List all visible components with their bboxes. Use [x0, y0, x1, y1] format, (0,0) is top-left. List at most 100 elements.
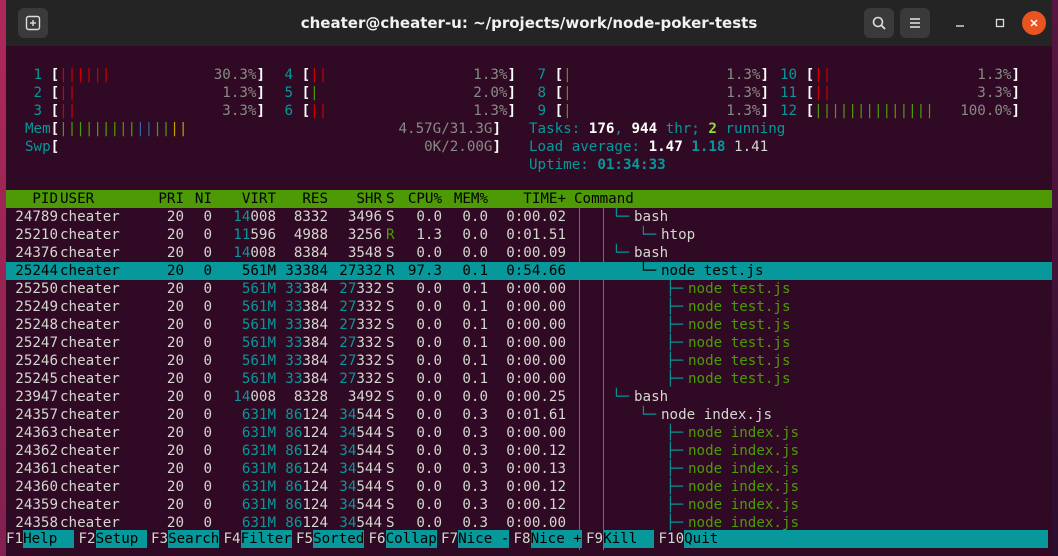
column-cpu[interactable]: CPU% [402, 190, 442, 208]
fkey-f3[interactable]: F3Search [151, 530, 220, 548]
column-user[interactable]: USER [60, 190, 94, 208]
cell-time: 0:00.00 [506, 317, 566, 333]
process-row[interactable]: 25244 cheater 20 0 561M 33384 27332 R 97.3 0.1 0:5… [6, 262, 1052, 280]
process-row[interactable]: 24357 cheater 20 0 631M 86124 34544 S 0.0 0.3 0:01… [6, 406, 1052, 424]
column-s[interactable]: S [386, 190, 395, 208]
fkey-f4[interactable]: F4Filter [224, 530, 292, 548]
column-ni[interactable]: NI [186, 190, 212, 208]
cell-mem: 0.1 [462, 281, 488, 297]
cell-time: 0:54.66 [506, 263, 566, 279]
column-res[interactable]: RES [280, 190, 328, 208]
cell-pri: 20 [166, 263, 184, 279]
fkey-f7[interactable]: F7Nice - [441, 530, 510, 548]
cell-pid: 24359 [15, 497, 58, 513]
column-pid[interactable]: PID [6, 190, 58, 208]
cpu-meter-7: 7 [| [529, 66, 572, 84]
fkey-f9[interactable]: F9Kill [586, 530, 655, 548]
bracket-close: ] [760, 67, 769, 83]
cell-mem: 0.1 [462, 299, 488, 315]
cell-cpu: 0.0 [416, 497, 442, 513]
cell-user: cheater [60, 443, 120, 459]
fkey-f2[interactable]: F2Setup [79, 530, 147, 548]
process-row[interactable]: 24361 cheater 20 0 631M 86124 34544 S 0.0 0.3 0:00… [6, 460, 1052, 478]
column-pri[interactable]: PRI [150, 190, 184, 208]
cell-pri: 20 [166, 389, 184, 405]
process-row[interactable]: 24376 cheater 20 0 14008 8384 3548 S 0.0 0.0 0:00.… [6, 244, 1052, 262]
cell-mem: 0.1 [462, 353, 488, 369]
cpu-pct-value: 1.3% [726, 85, 761, 101]
cell-s: R [386, 227, 395, 243]
cpu-id: 2 [25, 85, 51, 101]
mem-bar-seg: | [76, 121, 85, 137]
htop-screen[interactable]: 1 [|||||| 30.3%] 2 [|| 1.3%] 3 [|| 3.3%] 4 … [6, 46, 1052, 556]
cell-pid: 24362 [15, 443, 58, 459]
process-row[interactable]: 24359 cheater 20 0 631M 86124 34544 S 0.0 0.3 0:00… [6, 496, 1052, 514]
tree-branch-icon: ├─ [666, 281, 684, 297]
process-row[interactable]: 25249 cheater 20 0 561M 33384 27332 S 0.0 0.1 0:00… [6, 298, 1052, 316]
cell-virt: 631M [241, 479, 276, 495]
process-row[interactable]: 24363 cheater 20 0 631M 86124 34544 S 0.0 0.3 0:00… [6, 424, 1052, 442]
cpu-pct-value: 1.3% [222, 85, 257, 101]
mem-bar: ||||||||||||||| [59, 121, 187, 137]
cpu-pct-12: 100.0%] [820, 102, 1020, 120]
fkey-action: Nice + [530, 530, 582, 548]
cell-shr: 34544 [339, 497, 382, 513]
cell-shr: 34544 [339, 425, 382, 441]
tree-branch-icon: ├─ [666, 371, 684, 387]
cell-mem: 0.1 [462, 317, 488, 333]
process-table-header[interactable]: PID USER PRI NI VIRT RES SHR S CPU% MEM% TIME+ Comm… [6, 190, 1052, 208]
process-row[interactable]: 25245 cheater 20 0 561M 33384 27332 S 0.0 0.1 0:00… [6, 370, 1052, 388]
cell-pid: 25244 [15, 263, 58, 279]
fkey-f6[interactable]: F6Collap [369, 530, 437, 548]
fkey-f1[interactable]: F1Help [6, 530, 75, 548]
process-row[interactable]: 24789 cheater 20 0 14008 8332 3496 S 0.0 0.0 0:00.… [6, 208, 1052, 226]
bracket-close: ] [507, 67, 516, 83]
column-time[interactable]: TIME+ [498, 190, 566, 208]
cell-virt: 561M [241, 371, 276, 387]
cpu-id: 7 [529, 67, 555, 83]
cell-res: 86124 [285, 407, 328, 423]
cell-shr: 27332 [339, 263, 382, 279]
tree-branch-icon: └─ [639, 227, 657, 243]
process-row[interactable]: 25250 cheater 20 0 561M 33384 27332 S 0.0 0.1 0:00… [6, 280, 1052, 298]
minimize-icon[interactable] [948, 11, 972, 35]
column-shr[interactable]: SHR [330, 190, 382, 208]
maximize-icon[interactable] [988, 11, 1012, 35]
hamburger-menu-icon[interactable] [900, 8, 930, 38]
new-tab-icon[interactable] [18, 8, 48, 38]
process-row[interactable]: 25247 cheater 20 0 561M 33384 27332 S 0.0 0.1 0:00… [6, 334, 1052, 352]
column-command[interactable]: Command [574, 190, 634, 208]
cell-s: S [386, 371, 395, 387]
cell-shr: 34544 [339, 407, 382, 423]
close-icon[interactable] [1022, 11, 1046, 35]
cell-pid: 25245 [15, 371, 58, 387]
fkey-action: Setup [95, 530, 147, 548]
tree-branch-icon: ├─ [666, 479, 684, 495]
tree-branch-icon: ├─ [666, 299, 684, 315]
fkey-f5[interactable]: F5Sorted [296, 530, 365, 548]
cell-cpu: 1.3 [416, 227, 442, 243]
mem-bar-seg: | [127, 121, 137, 137]
fkey-key: F2 [78, 531, 96, 547]
cell-time: 0:00.13 [506, 461, 566, 477]
search-icon[interactable] [864, 8, 894, 38]
mem-value: 4.57G/31.3G] [398, 121, 501, 137]
bracket-open: [ [554, 103, 564, 119]
cell-mem: 0.1 [462, 263, 488, 279]
fkey-f10[interactable]: F10Quit [659, 530, 1048, 548]
cell-res: 8328 [293, 389, 328, 405]
process-row[interactable]: 25210 cheater 20 0 11596 4988 3256 R 1.3 0.0 0:01.… [6, 226, 1052, 244]
mem-label: Mem [25, 121, 51, 137]
title-bar: cheater@cheater-u: ~/projects/work/node-… [6, 0, 1052, 46]
process-row[interactable]: 25246 cheater 20 0 561M 33384 27332 S 0.0 0.1 0:00… [6, 352, 1052, 370]
column-virt[interactable]: VIRT [220, 190, 276, 208]
cell-shr: 27332 [339, 317, 382, 333]
fkey-f8[interactable]: F8Nice + [514, 530, 582, 548]
process-row[interactable]: 23947 cheater 20 0 14008 8328 3492 S 0.0 0.0 0:00.… [6, 388, 1052, 406]
process-row[interactable]: 25248 cheater 20 0 561M 33384 27332 S 0.0 0.1 0:00… [6, 316, 1052, 334]
cell-time: 0:00.00 [506, 371, 566, 387]
column-mem[interactable]: MEM% [450, 190, 488, 208]
cell-shr: 3256 [347, 227, 382, 243]
process-row[interactable]: 24360 cheater 20 0 631M 86124 34544 S 0.0 0.3 0:00… [6, 478, 1052, 496]
process-row[interactable]: 24362 cheater 20 0 631M 86124 34544 S 0.0 0.3 0:00… [6, 442, 1052, 460]
